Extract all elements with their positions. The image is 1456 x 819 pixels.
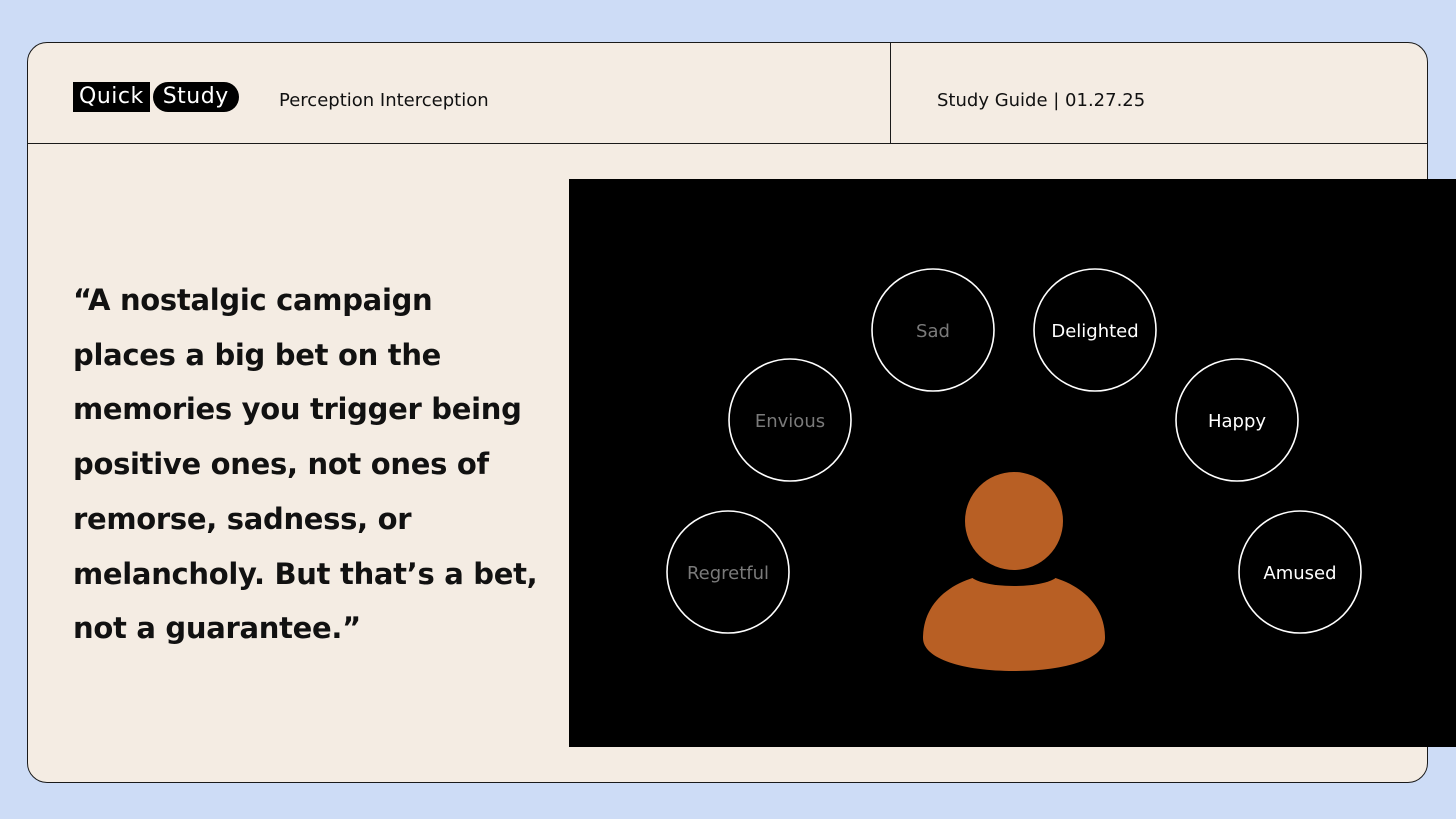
bubble-delighted: Delighted <box>1033 268 1157 392</box>
emotion-label-sad: Sad <box>916 321 950 342</box>
illustration-svg: Sad Delighted Envious Happy Regretful Am… <box>666 268 1362 671</box>
bubble-regretful: Regretful <box>666 510 790 634</box>
emotions-illustration: Sad Delighted Envious Happy Regretful Am… <box>569 179 1456 747</box>
bubble-happy: Happy <box>1175 358 1299 482</box>
bubble-envious: Envious <box>728 358 852 482</box>
quick-study-logo: Quick Study <box>73 81 239 113</box>
emotion-label-regretful: Regretful <box>687 563 769 584</box>
logo-quick: Quick <box>73 82 150 112</box>
emotion-label-happy: Happy <box>1208 411 1266 432</box>
header-divider <box>890 43 891 143</box>
subject-title: Perception Interception <box>279 90 489 111</box>
emotion-label-delighted: Delighted <box>1051 321 1138 342</box>
logo-study: Study <box>152 82 239 112</box>
study-guide-date: Study Guide | 01.27.25 <box>937 90 1146 111</box>
header-rule <box>28 143 1427 144</box>
bubble-sad: Sad <box>871 268 995 392</box>
pull-quote: “A nostalgic campaign places a big bet o… <box>73 283 538 646</box>
person-icon <box>923 472 1105 671</box>
emotion-label-amused: Amused <box>1263 563 1336 584</box>
emotion-label-envious: Envious <box>755 411 825 432</box>
bubble-amused: Amused <box>1238 510 1362 634</box>
